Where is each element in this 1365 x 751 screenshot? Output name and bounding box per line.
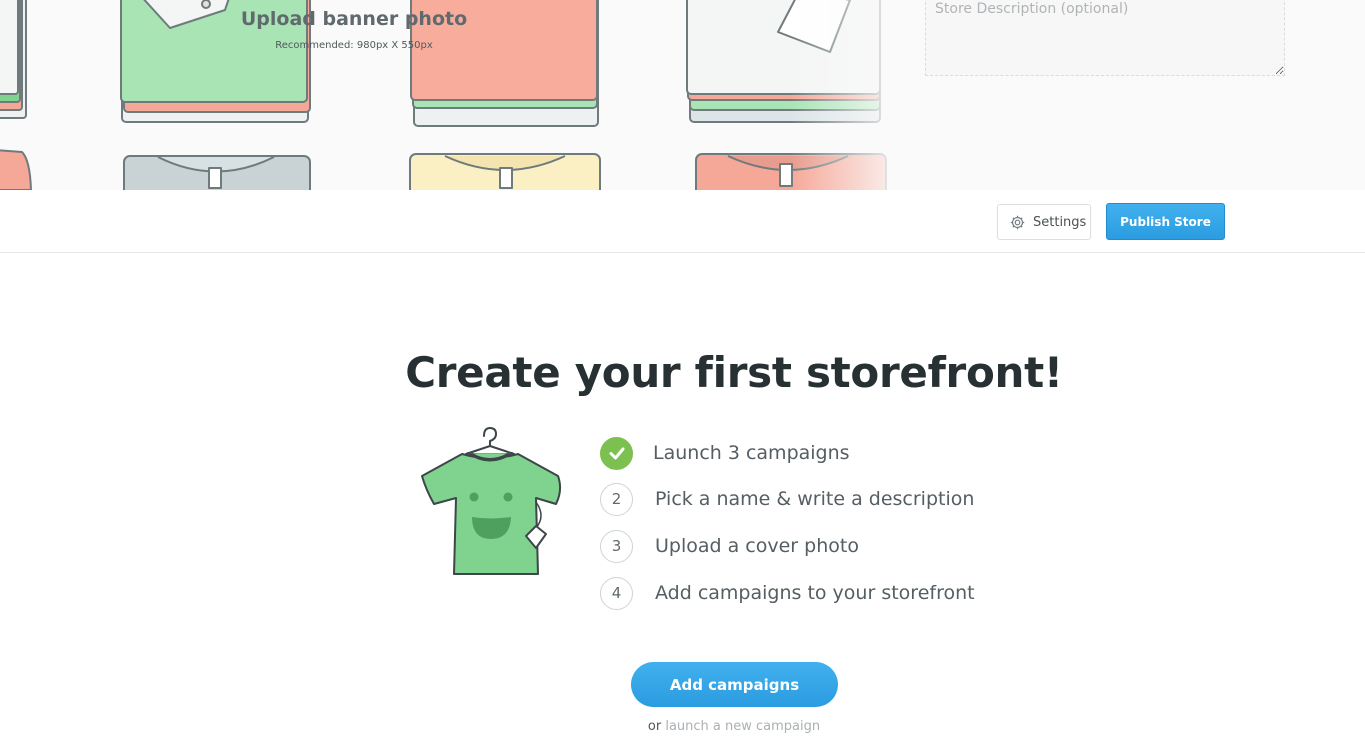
or-text: or [647, 719, 662, 734]
store-description-input[interactable] [925, 0, 1285, 76]
add-campaigns-button[interactable]: Add campaigns [631, 662, 838, 707]
page-title: Create your first storefront! [405, 348, 1063, 397]
gear-icon [1009, 214, 1026, 231]
launch-new-campaign-link[interactable]: launch a new campaign [665, 719, 820, 734]
store-banner[interactable]: Upload banner photo Recommended: 980px X… [0, 0, 1365, 190]
settings-label: Settings [1033, 214, 1087, 230]
step-number: 4 [600, 576, 633, 610]
step-pick-name: 2 Pick a name & write a description [600, 482, 974, 516]
step-launch-campaigns: Launch 3 campaigns [600, 436, 850, 470]
store-toolbar: Settings Publish Store [0, 190, 1365, 253]
step-upload-cover: 3 Upload a cover photo [600, 529, 859, 563]
step-label: Upload a cover photo [655, 535, 859, 557]
step-label: Launch 3 campaigns [653, 442, 850, 464]
step-number: 3 [600, 529, 633, 563]
step-label: Add campaigns to your storefront [655, 582, 975, 604]
step-number: 2 [600, 482, 633, 516]
settings-button[interactable]: Settings [997, 204, 1091, 240]
upload-banner-title[interactable]: Upload banner photo [236, 8, 472, 30]
checkmark-icon [600, 436, 633, 470]
banner-fade-overlay [790, 0, 910, 190]
tshirt-hanger-illustration [421, 427, 562, 575]
publish-store-button[interactable]: Publish Store [1106, 203, 1225, 240]
upload-banner-hint: Recommended: 980px X 550px [275, 40, 433, 51]
step-add-campaigns: 4 Add campaigns to your storefront [600, 576, 975, 610]
launch-campaign-line: or launch a new campaign [0, 719, 1365, 734]
step-label: Pick a name & write a description [655, 488, 975, 510]
